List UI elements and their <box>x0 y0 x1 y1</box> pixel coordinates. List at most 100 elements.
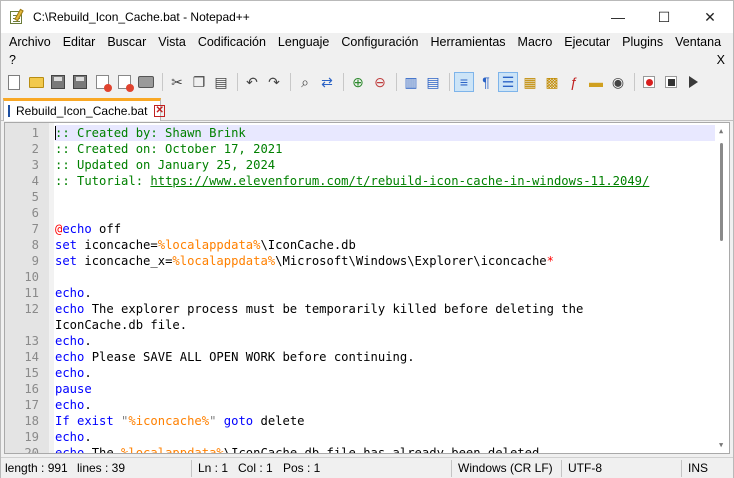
code-line[interactable]: 2:: Created on: October 17, 2021 <box>5 141 717 157</box>
code-line[interactable]: 7 @echo off <box>5 221 717 237</box>
status-divider <box>681 460 682 477</box>
menu-lenguaje[interactable]: Lenguaje <box>272 35 335 49</box>
scroll-down-icon[interactable]: ▼ <box>719 441 723 449</box>
code-line[interactable]: 8 set iconcache=%localappdata%\IconCache.… <box>5 237 717 253</box>
close-document-button[interactable]: X <box>717 53 725 67</box>
show-all-chars-button[interactable]: ¶ <box>476 72 496 92</box>
indent-guide-button[interactable]: ☰ <box>498 72 518 92</box>
tab-rebuild-icon-cache[interactable]: Rebuild_Icon_Cache.bat ✕ <box>3 98 165 121</box>
scrollbar-thumb[interactable] <box>720 143 723 241</box>
code-line[interactable]: 5 <box>5 189 717 205</box>
status-length: length : 991 <box>5 461 68 475</box>
save-all-button[interactable] <box>70 72 90 92</box>
code-line[interactable]: 17 echo. <box>5 397 717 413</box>
sync-horizontal-button[interactable]: ▤ <box>423 72 443 92</box>
token-plain: \Microsoft\Windows\Explorer\iconcache <box>275 254 547 268</box>
close-window-button[interactable]: ✕ <box>687 1 733 33</box>
status-bar: length : 991 lines : 39 Ln : 1 Col : 1 P… <box>1 457 733 478</box>
code-line[interactable]: 16 pause <box>5 381 717 397</box>
menu-buscar[interactable]: Buscar <box>101 35 152 49</box>
menu-ventana[interactable]: Ventana <box>669 35 727 49</box>
token-plain: iconcache_x= <box>77 254 173 268</box>
token-plain: The explorer process must be temporarily… <box>84 302 584 316</box>
print-button[interactable] <box>136 72 156 92</box>
word-wrap-button[interactable]: ≡ <box>454 72 474 92</box>
stop-record-icon <box>665 76 677 88</box>
tab-close-icon[interactable]: ✕ <box>154 105 165 117</box>
monitoring-button[interactable]: ◉ <box>608 72 628 92</box>
menu-archivo[interactable]: Archivo <box>3 35 57 49</box>
code-line[interactable]: IconCache.db file. <box>5 317 717 333</box>
zoom-out-button[interactable]: ⊖ <box>370 72 390 92</box>
token-keyword: set <box>55 238 78 252</box>
code-line[interactable]: 13 echo. <box>5 333 717 349</box>
line-number: 3 <box>31 158 39 172</box>
code-line[interactable]: 9 set iconcache_x=%localappdata%\Microsof… <box>5 253 717 269</box>
code-editor[interactable]: 1:: Created by: Shawn Brink 2:: Created o… <box>4 122 730 454</box>
undo-button[interactable]: ↶ <box>242 72 262 92</box>
record-macro-button[interactable] <box>639 72 659 92</box>
token-plain: Please SAVE ALL OPEN WORK before continu… <box>84 350 415 364</box>
token-keyword: echo <box>55 430 85 444</box>
line-number: 13 <box>24 334 39 348</box>
zoom-in-button[interactable]: ⊕ <box>348 72 368 92</box>
code-line[interactable]: 4:: Tutorial: https://www.elevenforum.co… <box>5 173 717 189</box>
line-code: If exist "%iconcache%" goto delete <box>55 413 715 429</box>
lang-define-button[interactable]: ▦ <box>520 72 540 92</box>
menu-help[interactable]: ? <box>9 53 16 67</box>
code-line[interactable]: 19 echo. <box>5 429 717 445</box>
token-link[interactable]: https://www.elevenforum.com/t/rebuild-ic… <box>150 174 649 188</box>
code-line[interactable]: 6 <box>5 205 717 221</box>
code-line[interactable]: 3:: Updated on January 25, 2024 <box>5 157 717 173</box>
redo-button[interactable]: ↷ <box>264 72 284 92</box>
playback-button[interactable] <box>683 72 703 92</box>
sync-vertical-button[interactable]: ▥ <box>401 72 421 92</box>
token-comment: :: Tutorial: <box>55 174 151 188</box>
status-encoding[interactable]: UTF-8 <box>568 458 602 478</box>
token-plain: . <box>84 398 92 412</box>
scroll-up-icon[interactable]: ▲ <box>719 127 723 135</box>
menu-editar[interactable]: Editar <box>57 35 102 49</box>
token-keyword: echo <box>55 286 85 300</box>
minimize-button[interactable]: — <box>595 1 641 33</box>
code-line[interactable]: 11 echo. <box>5 285 717 301</box>
folder-workspace-button[interactable]: ▬ <box>586 72 606 92</box>
maximize-button[interactable]: ☐ <box>641 1 687 33</box>
status-eol[interactable]: Windows (CR LF) <box>458 458 553 478</box>
code-line[interactable]: 18 If exist "%iconcache%" goto delete <box>5 413 717 429</box>
menu-ejecutar[interactable]: Ejecutar <box>558 35 616 49</box>
code-line[interactable]: 1:: Created by: Shawn Brink <box>5 125 717 141</box>
stop-record-button[interactable] <box>661 72 681 92</box>
copy-button[interactable]: ❐ <box>189 72 209 92</box>
line-number <box>5 317 39 333</box>
paste-button[interactable]: ▤ <box>211 72 231 92</box>
doc-map-button[interactable]: ▩ <box>542 72 562 92</box>
save-button[interactable] <box>48 72 68 92</box>
notepadpp-app-icon <box>9 8 25 25</box>
open-file-button[interactable] <box>26 72 46 92</box>
function-list-button[interactable]: ƒ <box>564 72 584 92</box>
code-line[interactable]: 10 <box>5 269 717 285</box>
token-plain: The <box>84 446 122 454</box>
status-mode[interactable]: INS <box>688 458 708 478</box>
menu-herramientas[interactable]: Herramientas <box>425 35 512 49</box>
replace-button[interactable]: ⇄ <box>317 72 337 92</box>
code-line[interactable]: 12 echo The explorer process must be temp… <box>5 301 717 317</box>
code-line[interactable]: 20 echo The %localappdata%\IconCache.db f… <box>5 445 717 454</box>
new-file-button[interactable] <box>4 72 24 92</box>
code-line[interactable]: 14 echo Please SAVE ALL OPEN WORK before … <box>5 349 717 365</box>
cut-button[interactable]: ✂ <box>167 72 187 92</box>
close-all-button[interactable] <box>114 72 134 92</box>
menu-vista[interactable]: Vista <box>152 35 192 49</box>
vertical-scrollbar[interactable]: ▲ ▼ <box>715 123 729 453</box>
menu-macro[interactable]: Macro <box>512 35 559 49</box>
token-keyword: echo <box>55 350 85 364</box>
find-button[interactable]: ⌕ <box>295 72 315 92</box>
close-file-button[interactable] <box>92 72 112 92</box>
menu-plugins[interactable]: Plugins <box>616 35 669 49</box>
menu-codificacion[interactable]: Codificación <box>192 35 272 49</box>
menu-configuracion[interactable]: Configuración <box>335 35 424 49</box>
code-line[interactable]: 15 echo. <box>5 365 717 381</box>
